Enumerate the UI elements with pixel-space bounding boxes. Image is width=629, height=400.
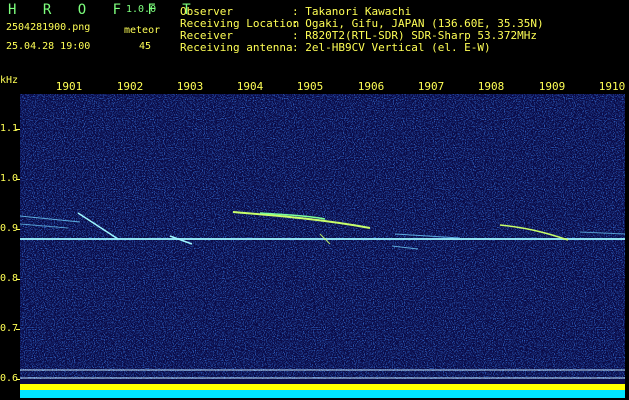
- app-version: 1.0.0: [126, 4, 157, 15]
- x-tick-label: 1902: [116, 80, 144, 93]
- info-value-receiver: : R820T2(RTL-SDR) SDR-Sharp 53.372MHz: [292, 29, 538, 42]
- header-panel: H R O F F T 1.0.0 2504281900.png meteor …: [0, 0, 629, 74]
- info-value-antenna: : 2el-HB9CV Vertical (el. E-W): [292, 41, 491, 54]
- observation-datetime: 25.04.28 19:00: [6, 41, 91, 52]
- meteor-label: meteor: [124, 25, 161, 36]
- x-tick-label: 1904: [236, 80, 264, 93]
- frequency-axis: kHz 1.1 1.0 0.9 0.8 0.7 0.6: [0, 74, 20, 400]
- file-name: 2504281900.png: [6, 22, 91, 33]
- x-tick-label: 1909: [538, 80, 566, 93]
- info-label-observer: Observer: [180, 5, 233, 18]
- meteor-count: 45: [139, 41, 152, 52]
- x-tick-label: 1903: [176, 80, 204, 93]
- info-value-observer: : Takanori Kawachi: [292, 5, 412, 18]
- info-value-location: : Ogaki, Gifu, JAPAN (136.60E, 35.35N): [292, 17, 544, 30]
- y-axis-unit: kHz: [0, 75, 19, 86]
- app-title: H R O F F T: [8, 2, 200, 18]
- x-tick-label: 1907: [417, 80, 445, 93]
- x-tick-label: 1901: [55, 80, 83, 93]
- x-tick-label: 1908: [477, 80, 505, 93]
- spectrogram: [20, 94, 625, 398]
- time-axis: 1901 1902 1903 1904 1905 1906 1907 1908 …: [20, 74, 629, 94]
- baseline-bar-cyan: [20, 390, 625, 398]
- info-label-location: Receiving Location: [180, 17, 300, 30]
- info-label-receiver: Receiver: [180, 29, 233, 42]
- x-tick-label: 1910: [598, 80, 626, 93]
- x-tick-label: 1905: [296, 80, 324, 93]
- baseline-bar-yellow: [20, 384, 625, 390]
- info-label-antenna: Receiving antenna: [180, 41, 293, 54]
- x-tick-label: 1906: [357, 80, 385, 93]
